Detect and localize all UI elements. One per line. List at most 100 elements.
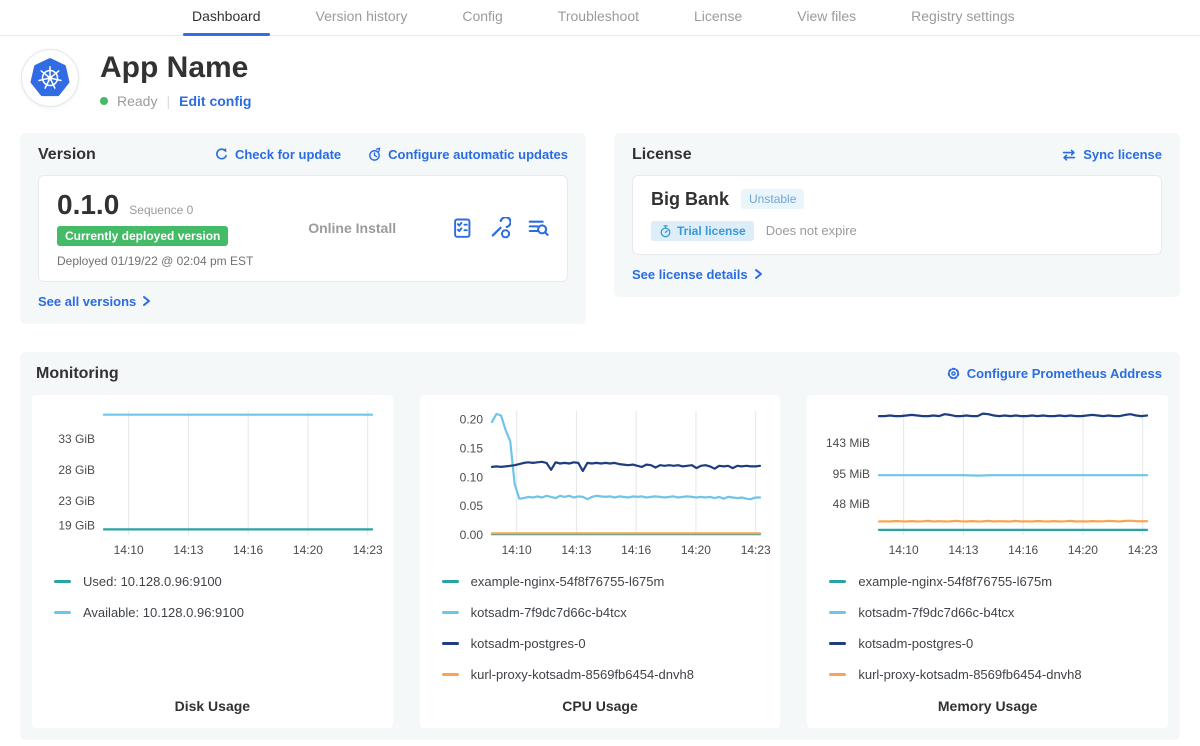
svg-text:0.20: 0.20 — [459, 412, 483, 426]
sync-icon — [1061, 148, 1077, 162]
license-card-title: License — [632, 146, 692, 164]
tab-view-files[interactable]: View files — [788, 8, 865, 35]
see-all-versions-link[interactable]: See all versions — [38, 294, 151, 309]
trial-license-badge: Trial license — [651, 221, 754, 241]
legend-label: kotsadm-7f9dc7d66c-b4tcx — [858, 605, 1014, 620]
cpu-usage-card: 0.200.150.100.050.0014:1014:1314:1614:20… — [420, 395, 781, 728]
gear-icon — [946, 366, 961, 381]
svg-text:0.10: 0.10 — [459, 470, 483, 484]
configure-prometheus-button[interactable]: Configure Prometheus Address — [946, 366, 1162, 381]
svg-text:14:23: 14:23 — [740, 543, 769, 557]
legend-label: kotsadm-7f9dc7d66c-b4tcx — [471, 605, 627, 620]
legend-label: kurl-proxy-kotsadm-8569fb6454-dnvh8 — [471, 667, 694, 682]
svg-text:14:23: 14:23 — [353, 543, 382, 557]
preflight-checks-button[interactable] — [451, 217, 473, 239]
cpu-usage-chart: 0.200.150.100.050.0014:1014:1314:1614:20… — [430, 403, 770, 561]
disk-usage-chart: 33 GiB 28 GiB 23 GiB 19 GiB 14:10 14:13 14:16 1… — [42, 403, 382, 561]
svg-text:14:10: 14:10 — [114, 543, 144, 557]
legend-item: example-nginx-54f8f76755-l675m — [442, 574, 771, 589]
version-card: Version Check for update Configure au — [20, 133, 586, 324]
version-sequence: Sequence 0 — [129, 203, 193, 217]
legend-label: Used: 10.128.0.96:9100 — [83, 574, 222, 589]
summary-row: Version Check for update Configure au — [20, 133, 1180, 324]
legend-item: kurl-proxy-kotsadm-8569fb6454-dnvh8 — [829, 667, 1158, 682]
edit-config-icon-button[interactable] — [489, 217, 511, 239]
tab-dashboard[interactable]: Dashboard — [183, 8, 270, 35]
top-nav: Dashboard Version history Config Troublesho… — [0, 0, 1200, 36]
svg-text:14:16: 14:16 — [233, 543, 263, 557]
check-for-update-button[interactable]: Check for update — [214, 147, 341, 162]
svg-text:14:16: 14:16 — [621, 543, 651, 557]
monitoring-section: Monitoring Configure Prometheus Address … — [20, 352, 1180, 740]
current-version-panel: 0.1.0 Sequence 0 Currently deployed vers… — [38, 175, 568, 282]
legend-item: kurl-proxy-kotsadm-8569fb6454-dnvh8 — [442, 667, 771, 682]
tab-config[interactable]: Config — [453, 8, 511, 35]
legend-item: kotsadm-7f9dc7d66c-b4tcx — [442, 605, 771, 620]
legend-label: kotsadm-postgres-0 — [471, 636, 586, 651]
version-number: 0.1.0 — [57, 189, 119, 221]
legend-item: Used: 10.128.0.96:9100 — [54, 574, 383, 589]
svg-text:14:23: 14:23 — [1128, 543, 1157, 557]
sync-license-button[interactable]: Sync license — [1061, 147, 1162, 162]
disk-usage-card: 33 GiB 28 GiB 23 GiB 19 GiB 14:10 14:13 14:16 1… — [32, 395, 393, 728]
stopwatch-icon — [659, 224, 672, 238]
lines-magnifier-icon — [527, 217, 549, 239]
license-expiry: Does not expire — [766, 223, 857, 238]
clock-refresh-icon — [367, 147, 382, 162]
chart-title: CPU Usage — [430, 682, 771, 714]
refresh-icon — [214, 147, 229, 162]
svg-text:14:16: 14:16 — [1009, 543, 1039, 557]
legend-swatch — [829, 673, 846, 676]
edit-config-link[interactable]: Edit config — [179, 93, 251, 109]
view-logs-button[interactable] — [527, 217, 549, 239]
legend-label: kotsadm-postgres-0 — [858, 636, 973, 651]
tab-license[interactable]: License — [685, 8, 751, 35]
status-text: Ready — [117, 93, 157, 109]
chart-title: Disk Usage — [42, 682, 383, 714]
legend-swatch — [54, 611, 71, 614]
tab-version-history[interactable]: Version history — [307, 8, 417, 35]
legend-label: example-nginx-54f8f76755-l675m — [858, 574, 1052, 589]
legend-swatch — [829, 580, 846, 583]
chart-title: Memory Usage — [817, 682, 1158, 714]
svg-text:14:20: 14:20 — [681, 543, 711, 557]
svg-text:14:10: 14:10 — [501, 543, 531, 557]
tab-registry-settings[interactable]: Registry settings — [902, 8, 1023, 35]
legend-swatch — [442, 673, 459, 676]
deployed-badge: Currently deployed version — [57, 226, 228, 246]
chevron-right-icon — [754, 268, 763, 280]
tab-troubleshoot[interactable]: Troubleshoot — [549, 8, 648, 35]
checklist-icon — [451, 217, 473, 239]
legend-item: example-nginx-54f8f76755-l675m — [829, 574, 1158, 589]
svg-text:23 GiB: 23 GiB — [58, 493, 95, 507]
svg-text:14:20: 14:20 — [1068, 543, 1098, 557]
legend-label: example-nginx-54f8f76755-l675m — [471, 574, 665, 589]
legend-item: kotsadm-postgres-0 — [829, 636, 1158, 651]
svg-text:19 GiB: 19 GiB — [58, 518, 95, 532]
monitoring-title: Monitoring — [36, 365, 119, 383]
svg-text:33 GiB: 33 GiB — [58, 431, 95, 445]
svg-text:14:10: 14:10 — [889, 543, 919, 557]
legend-item: kotsadm-postgres-0 — [442, 636, 771, 651]
license-panel: Big Bank Unstable Trial license Does not… — [632, 175, 1162, 255]
svg-text:14:13: 14:13 — [173, 543, 203, 557]
memory-usage-chart: 143 MiB95 MiB48 MiB14:1014:1314:1614:201… — [817, 403, 1157, 561]
legend-swatch — [442, 642, 459, 645]
see-license-details-link[interactable]: See license details — [632, 267, 763, 282]
configure-auto-updates-button[interactable]: Configure automatic updates — [367, 147, 568, 162]
wrench-gear-icon — [489, 217, 511, 239]
svg-text:28 GiB: 28 GiB — [58, 462, 95, 476]
charts-row: 33 GiB 28 GiB 23 GiB 19 GiB 14:10 14:13 14:16 1… — [32, 395, 1168, 728]
legend-item: Available: 10.128.0.96:9100 — [54, 605, 383, 620]
license-card: License Sync license Big Bank Unstable — [614, 133, 1180, 297]
legend: Used: 10.128.0.96:9100 Available: 10.128.… — [54, 574, 383, 620]
channel-badge: Unstable — [741, 189, 804, 209]
legend-label: Available: 10.128.0.96:9100 — [83, 605, 244, 620]
license-name: Big Bank — [651, 189, 729, 210]
legend-swatch — [54, 580, 71, 583]
legend-swatch — [829, 611, 846, 614]
svg-text:14:13: 14:13 — [561, 543, 591, 557]
chevron-right-icon — [142, 295, 151, 307]
svg-text:143 MiB: 143 MiB — [826, 436, 870, 450]
page-title: App Name — [100, 52, 251, 84]
